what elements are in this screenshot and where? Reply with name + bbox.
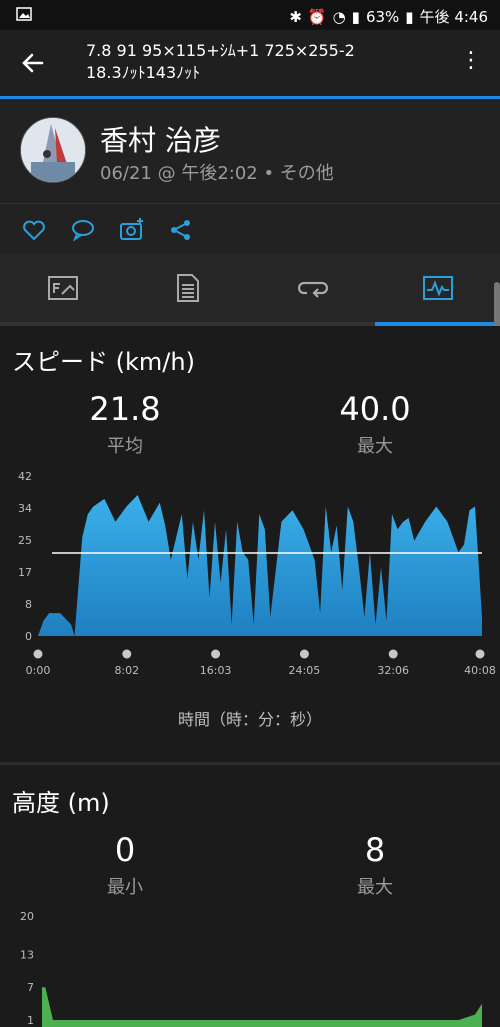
speed-x-tick-label: 24:05 bbox=[289, 664, 321, 677]
activity-meta: 06/21 @ 午後2:02 • その他 bbox=[100, 163, 334, 184]
speed-y-tick-label: 17 bbox=[18, 566, 32, 579]
signal-icon: ▮ bbox=[351, 7, 360, 26]
tab-details[interactable] bbox=[125, 254, 250, 326]
heart-icon[interactable] bbox=[20, 216, 48, 244]
speed-x-tick-label: 8:02 bbox=[114, 664, 139, 677]
user-name: 香村 治彦 bbox=[100, 124, 221, 157]
speed-series-area bbox=[38, 495, 482, 636]
speed-max-label: 最大 bbox=[357, 436, 393, 457]
speed-x-tick-dot bbox=[122, 649, 132, 659]
title-line-2: 18.3ﾉｯﾄ143ﾉｯﾄ bbox=[86, 63, 201, 82]
elevation-series-area bbox=[42, 987, 482, 1027]
battery-percent: 63% bbox=[365, 7, 400, 26]
speed-y-tick-label: 8 bbox=[25, 598, 32, 611]
speed-x-tick-label: 0:00 bbox=[26, 664, 51, 677]
speed-y-tick-label: 42 bbox=[18, 470, 32, 483]
bluetooth-icon: ✱ bbox=[289, 7, 302, 26]
alarm-icon: ⏰ bbox=[307, 7, 327, 26]
elevation-y-tick-label: 7 bbox=[27, 981, 34, 994]
speed-x-tick-label: 40:08 bbox=[464, 664, 496, 677]
tab-overview[interactable] bbox=[0, 254, 125, 326]
clock: 午後 4:46 bbox=[419, 8, 488, 26]
speed-max: 40.0 最大 bbox=[275, 390, 475, 458]
comment-icon[interactable] bbox=[69, 216, 97, 244]
speed-y-tick-label: 34 bbox=[18, 502, 32, 515]
tab-bar bbox=[0, 254, 500, 326]
elevation-max-value: 8 bbox=[364, 831, 386, 869]
tab-charts[interactable] bbox=[375, 254, 500, 326]
battery-icon: ▮ bbox=[405, 7, 414, 26]
status-bar: ✱ ⏰ ◔ ▮ 63% ▮ 午後 4:46 bbox=[0, 0, 500, 30]
overview-icon bbox=[47, 276, 78, 304]
wifi-icon: ◔ bbox=[332, 7, 346, 26]
speed-average-value: 21.8 bbox=[89, 390, 161, 428]
speed-x-tick-dot bbox=[299, 649, 309, 659]
elevation-max-label: 最大 bbox=[357, 877, 393, 898]
share-icon[interactable] bbox=[167, 216, 195, 244]
speed-x-tick-label: 16:03 bbox=[200, 664, 232, 677]
title-line-1: 7.8 91 95×115+ｼﾑ+1 725×255-2 bbox=[86, 41, 355, 60]
elevation-max: 8 最大 bbox=[275, 831, 475, 899]
elevation-min-value: 0 bbox=[114, 831, 136, 869]
speed-x-tick-dot bbox=[388, 649, 398, 659]
speed-x-tick-dot bbox=[211, 649, 221, 659]
elevation-y-tick-label: 20 bbox=[20, 910, 34, 923]
action-bar bbox=[0, 204, 500, 255]
tab-laps[interactable] bbox=[250, 254, 375, 326]
gallery-icon bbox=[16, 6, 32, 26]
speed-max-value: 40.0 bbox=[339, 390, 411, 428]
camera-add-icon[interactable] bbox=[118, 216, 146, 244]
elevation-y-tick-label: 13 bbox=[20, 948, 34, 961]
speed-average-label: 平均 bbox=[107, 436, 143, 457]
more-vert-icon[interactable]: ⋮ bbox=[460, 50, 482, 72]
elevation-min: 0 最小 bbox=[25, 831, 225, 899]
speed-average: 21.8 平均 bbox=[25, 390, 225, 458]
profile-header: 香村 治彦 06/21 @ 午後2:02 • その他 bbox=[0, 99, 500, 204]
speed-y-tick-label: 25 bbox=[18, 534, 32, 547]
elevation-chart: 1 7 13 20 bbox=[20, 910, 482, 1027]
speed-x-tick-dot bbox=[33, 649, 43, 659]
elevation-y-tick-label: 1 bbox=[27, 1014, 34, 1027]
avatar[interactable] bbox=[20, 117, 86, 183]
speed-x-tick-dot bbox=[475, 649, 485, 659]
speed-x-tick-label: 32:06 bbox=[377, 664, 409, 677]
speed-x-axis-label: 時間（時：分：秒） bbox=[177, 710, 322, 729]
activity-title: 7.8 91 95×115+ｼﾑ+1 725×255-2 18.3ﾉｯﾄ143ﾉ… bbox=[86, 40, 446, 84]
charts-icon bbox=[422, 276, 453, 304]
laps-icon bbox=[297, 277, 328, 303]
app-bar: 7.8 91 95×115+ｼﾑ+1 725×255-2 18.3ﾉｯﾄ143ﾉ… bbox=[0, 30, 500, 99]
arrow-left-icon[interactable] bbox=[18, 48, 50, 80]
speed-chart: 0 8 17 25 34 42 0:00 8:02 16:03 24:05 32:06 40:08 bbox=[18, 470, 496, 677]
details-icon bbox=[176, 274, 199, 306]
elevation-title: 高度 (m) bbox=[12, 789, 110, 817]
speed-y-tick-label: 0 bbox=[25, 630, 32, 643]
speed-title: スピード (km/h) bbox=[12, 348, 195, 376]
elevation-min-label: 最小 bbox=[107, 877, 143, 898]
